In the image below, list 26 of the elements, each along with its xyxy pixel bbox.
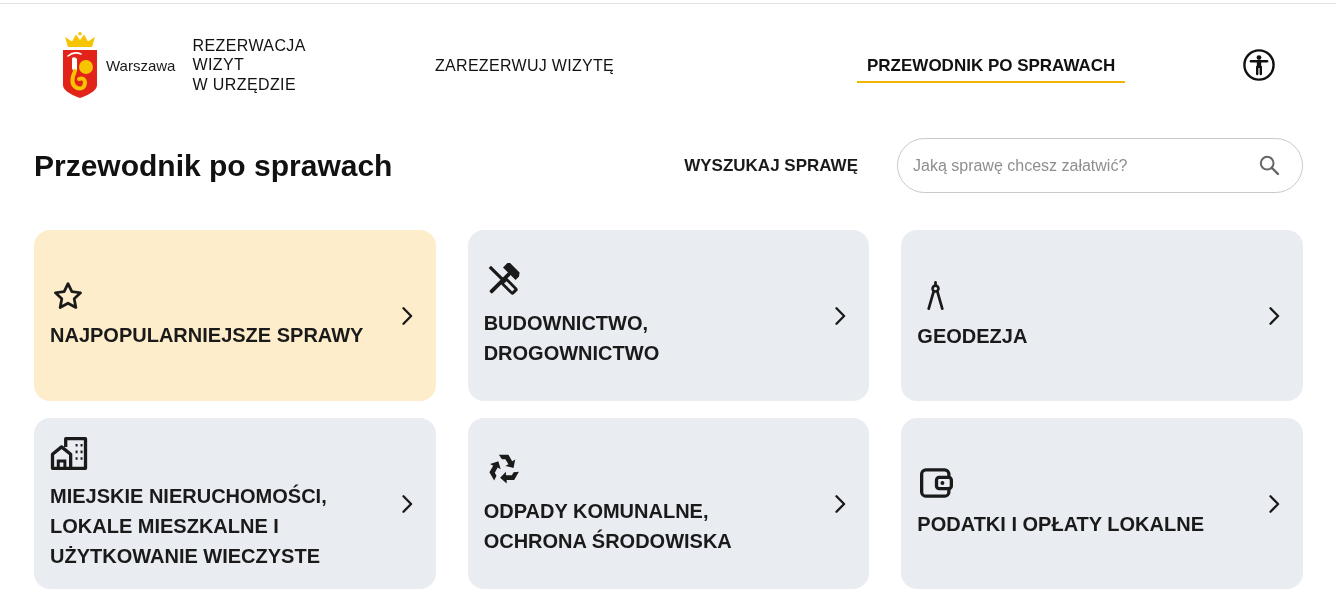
chevron-icon: [835, 494, 847, 513]
search-field[interactable]: Jaką sprawę chcesz załatwić?: [897, 138, 1303, 193]
wallet-icon: [920, 468, 954, 498]
compass-icon: [927, 280, 945, 310]
nav-link[interactable]: ZAREZERWUJ WIZYTĘ: [425, 47, 625, 83]
category-card[interactable]: MIEJSKIE NIERUCHOMOŚCI, LOKALE MIESZKALNE I UŻYTKOWANIE WIECZYSTE: [34, 418, 436, 589]
category-card[interactable]: BUDOWNICTWO, DROGOWNICTWO: [467, 230, 870, 401]
page-title: Przewodnik po sprawach: [34, 148, 394, 183]
home-link[interactable]: Warszawa: [60, 32, 176, 98]
category-card[interactable]: ODPADY KOMUNALNE, OCHRONA ŚRODOWISKA: [467, 418, 870, 589]
category-card[interactable]: GEODEZJA: [901, 230, 1303, 401]
chevron-icon: [1269, 494, 1280, 513]
nav-link[interactable]: PRZEWODNIK PO SPRAWACH: [857, 47, 1126, 83]
search-label: WYSZUKAJ SPRAWĘ: [684, 155, 858, 176]
category-card[interactable]: NAJPOPULARNIEJSZE SPRAWY: [34, 230, 436, 401]
crest-icon: [60, 32, 100, 98]
app-title: REZERWACJA WIZYT W URZĘDZIE: [192, 35, 306, 95]
star-icon: [54, 281, 82, 309]
category-card[interactable]: PODATKI I OPŁATY LOKALNE: [901, 418, 1303, 589]
chevron-icon: [401, 306, 413, 325]
chevron-icon: [835, 306, 847, 325]
chevron-icon: [401, 494, 413, 513]
accessibility-icon[interactable]: [1243, 49, 1275, 81]
house-building-icon: [50, 436, 88, 470]
search-icon[interactable]: [1259, 155, 1279, 175]
chevron-icon: [1269, 306, 1280, 325]
